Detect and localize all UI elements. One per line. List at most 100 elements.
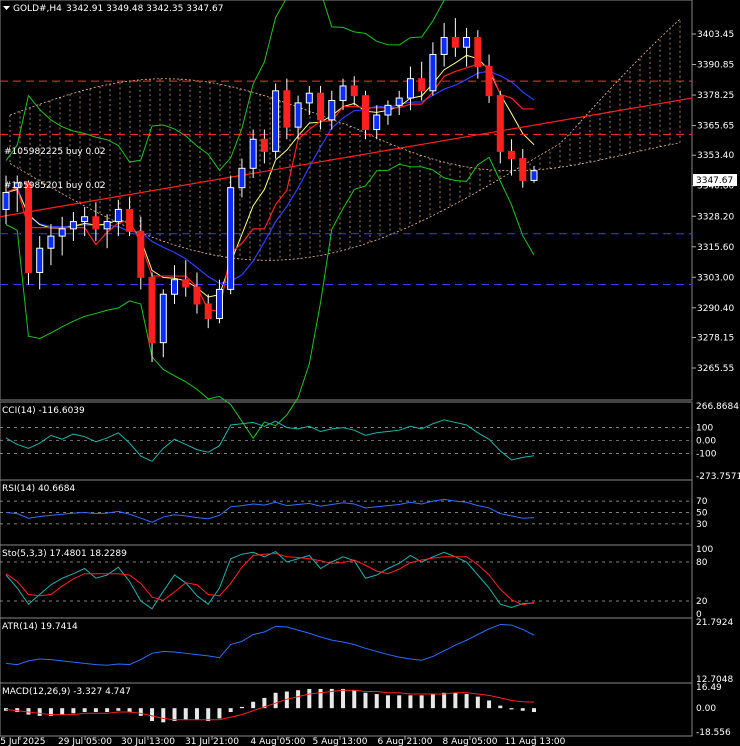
candle-body [317, 92, 325, 121]
candle-body [485, 66, 493, 97]
panel-label: Sto(5,3,3) 17.4801 18.2289 [2, 549, 127, 559]
macd-bar [183, 708, 188, 720]
macd-bar [532, 708, 536, 713]
macd-bar [442, 692, 447, 709]
candle-body [463, 37, 471, 48]
panel-tick-label: -273.7571 [696, 472, 740, 482]
time-axis: 25 Jul 2025 29 Jul 05:00 30 Jul 13:00 31 Ju… [0, 736, 566, 746]
time-tick-label: 31 Jul 21:00 [185, 737, 239, 746]
macd-bar [71, 708, 76, 714]
candle-body [69, 221, 77, 230]
candle-body [474, 37, 482, 68]
panel-label: ATR(14) 19.7414 [2, 622, 78, 632]
time-tick-label: 11 Aug 13:00 [505, 737, 566, 746]
order-label-2[interactable]: #105985201 buy 0.02 [4, 181, 106, 191]
candle-body [339, 85, 347, 101]
panel-tick-label: 0.00 [696, 437, 716, 447]
macd-bar [105, 708, 110, 713]
macd-bar [93, 708, 98, 713]
macd-bar [194, 708, 199, 720]
time-tick-label: 25 Jul 2025 [0, 737, 45, 746]
time-tick-label: 8 Aug 05:00 [443, 737, 498, 746]
candle-body [373, 114, 381, 131]
candle-body [429, 53, 437, 92]
candle-body [137, 230, 145, 278]
candle-body [2, 192, 10, 210]
panel-tick-label: 80 [696, 558, 708, 568]
macd-bar [520, 708, 525, 711]
macd-bar [341, 688, 346, 709]
macd-bar [150, 708, 155, 722]
current-price-value: 3347.67 [696, 176, 733, 186]
candle-body [103, 221, 111, 230]
macd-bar [239, 706, 244, 709]
macd-bar [487, 700, 492, 709]
chart-window[interactable]: GOLD#,H4 3342.91 3349.48 3342.35 3347.67… [0, 0, 740, 746]
price-tick-label: 3403.45 [697, 30, 734, 40]
panel-tick-label: 16.49 [696, 683, 722, 693]
price-tick-label: 3353.40 [697, 151, 734, 161]
macd-bar [419, 695, 424, 709]
candle-body [36, 247, 44, 273]
candle-body [305, 92, 313, 104]
candle-body [47, 235, 55, 249]
candle-body [215, 288, 223, 319]
candle-body [81, 216, 89, 223]
macd-bar [37, 708, 42, 716]
price-tick-label: 3278.15 [697, 333, 734, 343]
macd-bar [408, 695, 413, 709]
macd-bar [374, 694, 379, 709]
candle-body [395, 97, 403, 106]
time-tick-label: 4 Aug 05:00 [251, 737, 306, 746]
price-tick-label: 3265.55 [697, 364, 734, 374]
candle-body [508, 150, 516, 160]
candle-body [58, 228, 66, 237]
macd-bar [206, 708, 211, 722]
macd-bar [161, 708, 166, 723]
panel-tick-label: 50 [696, 509, 708, 519]
panel-tick-label: 30 [696, 520, 708, 530]
candle-body [24, 182, 32, 273]
macd-bar [430, 694, 435, 709]
macd-bar [509, 708, 514, 710]
panel-tick-label: -100 [696, 450, 717, 460]
candle-body [350, 85, 358, 97]
panel-tick-label: 266.8684 [696, 402, 739, 412]
price-tick-label: 3365.65 [697, 122, 734, 132]
time-tick-label: 30 Jul 13:00 [121, 737, 175, 746]
candle-body [92, 216, 100, 230]
macd-bar [385, 695, 390, 709]
candle-body [159, 293, 167, 344]
macd-bar [251, 701, 256, 709]
macd-bar [82, 708, 87, 713]
macd-bar [217, 708, 222, 719]
panel-tick-label: 100 [696, 545, 713, 555]
candle-body [171, 279, 179, 295]
candle-body [204, 303, 212, 319]
price-tick-label: 3328.20 [697, 212, 734, 222]
ohlc-label: 3342.91 3349.48 3342.35 3347.67 [66, 4, 223, 14]
macd-bar [352, 690, 357, 709]
candle-body [114, 208, 122, 223]
candle-body [272, 90, 280, 152]
candle-body [238, 167, 246, 189]
panel-tick-label: 100 [696, 424, 713, 434]
candle-body [496, 95, 504, 152]
price-tick-label: 3315.60 [697, 243, 734, 253]
panel-label: RSI(14) 40.6684 [2, 484, 75, 494]
symbol-label: GOLD#,H4 [13, 4, 62, 14]
macd-bar [60, 708, 65, 715]
candle-body [451, 37, 459, 48]
panel-tick-label: 0.00 [696, 704, 716, 714]
candle-body [328, 99, 336, 121]
macd-bar [127, 708, 132, 713]
candle-body [418, 78, 426, 92]
order-label-1[interactable]: #105982225 buy 0.02 [4, 147, 106, 157]
time-tick-label: 29 Jul 05:00 [58, 737, 112, 746]
macd-bar [138, 708, 143, 716]
candle-body [260, 138, 268, 152]
panel-tick-label: 20 [696, 597, 708, 607]
macd-bar [228, 708, 233, 713]
time-tick-label: 6 Aug 21:00 [378, 737, 433, 746]
macd-bar [116, 708, 121, 711]
